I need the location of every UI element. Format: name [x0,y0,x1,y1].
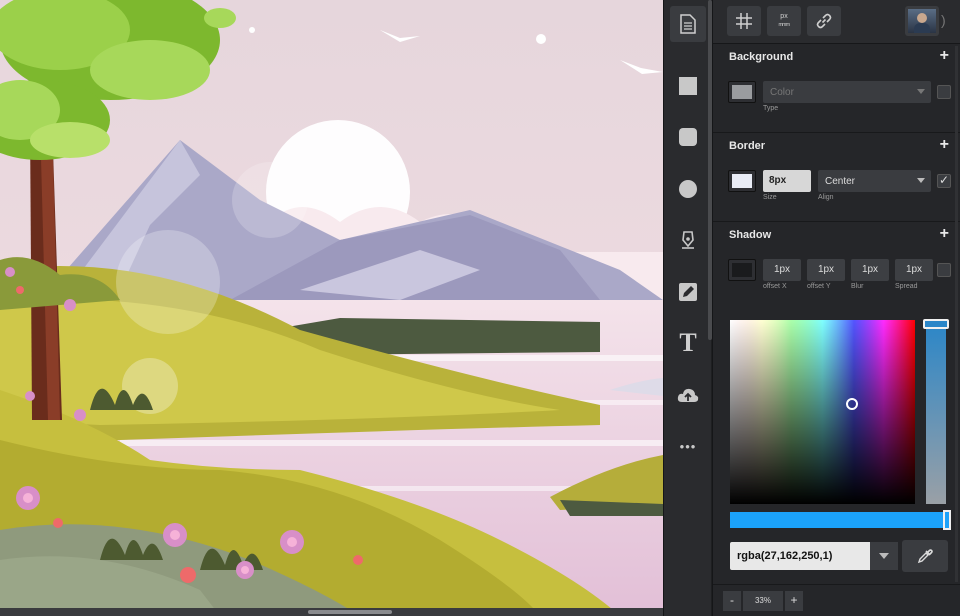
text-icon[interactable]: T [670,325,706,361]
chevron-down-icon [917,89,925,94]
background-section-header: Background + [713,44,960,70]
add-background-plus-icon[interactable]: + [940,47,949,65]
square-icon[interactable] [670,68,706,104]
units-ruler: mmm [778,22,791,28]
zoom-out-button[interactable]: - [723,591,741,611]
border-color-swatch[interactable] [728,170,756,192]
border-size-label: Size [763,194,777,201]
upload-cloud-icon[interactable] [670,377,706,413]
eyedropper-icon[interactable] [902,540,948,572]
landscape-artwork [0,0,663,616]
shadow-offset-x-label: offset X [763,283,787,290]
border-align-dropdown[interactable]: Center [818,170,931,192]
units-label: px [780,13,788,20]
pen-tool-icon[interactable] [670,222,706,258]
design-canvas[interactable] [0,0,663,616]
text-icon-glyph: T [679,328,697,357]
shadow-blur-label: Blur [851,283,864,290]
properties-panel: px mmm ) Background + Color Type Border +… [712,0,960,616]
alpha-slider-thumb[interactable] [943,510,951,530]
shadow-offset-y-label: offset Y [807,283,831,290]
tool-rail: T ••• [663,0,711,616]
shadow-color-swatch[interactable] [728,259,756,281]
rounded-square-icon[interactable] [670,119,706,155]
section-title: Background [729,51,794,63]
shadow-section-header: Shadow + [713,222,960,248]
canvas-horizontal-scrollbar[interactable] [0,608,663,616]
panel-scrollbar[interactable] [955,46,958,582]
shadow-blur-input[interactable]: 1px [851,259,889,281]
section-title: Shadow [729,229,772,241]
border-align-label: Align [818,194,834,201]
color-picker-cursor[interactable] [846,398,858,410]
color-saturation-value-area[interactable] [730,320,915,504]
add-shadow-plus-icon[interactable]: + [940,225,949,243]
shadow-spread-input[interactable]: 1px [895,259,933,281]
panel-toolbar: px mmm ) [713,0,960,44]
circle-icon[interactable] [670,171,706,207]
shadow-enabled-checkbox[interactable] [937,263,951,277]
shadow-offset-y-input[interactable]: 1px [807,259,845,281]
zoom-bar: - 33% + [713,584,960,616]
hue-slider[interactable] [926,320,946,504]
background-type-label: Type [763,105,779,112]
background-type-dropdown[interactable]: Color [763,81,931,103]
add-border-plus-icon[interactable]: + [940,136,949,154]
border-section-header: Border + [713,133,960,159]
zoom-level[interactable]: 33% [743,591,783,611]
more-icon-glyph: ••• [679,438,697,454]
shadow-offset-x-input[interactable]: 1px [763,259,801,281]
dropdown-value: Center [825,176,856,187]
link-icon[interactable] [807,6,841,36]
alpha-slider[interactable] [730,512,950,528]
pencil-icon[interactable] [670,274,706,310]
more-icon[interactable]: ••• [670,428,706,464]
section-title: Border [729,140,766,152]
hue-slider-thumb[interactable] [923,319,949,329]
border-enabled-checkbox[interactable] [937,173,951,188]
user-avatar[interactable] [905,6,939,36]
page-icon[interactable] [670,6,706,42]
shadow-spread-label: Spread [895,283,918,290]
chevron-down-icon [917,178,925,183]
dropdown-value: Color [770,87,794,98]
zoom-in-button[interactable]: + [785,591,803,611]
color-value-input[interactable]: rgba(27,162,250,1) [730,542,870,570]
avatar-image [908,9,936,33]
grid-icon[interactable] [727,6,761,36]
avatar-caret-icon[interactable]: ) [941,12,949,30]
color-format-dropdown[interactable] [870,542,898,570]
background-color-swatch[interactable] [728,81,756,103]
background-enabled-checkbox[interactable] [937,85,951,99]
border-size-input[interactable]: 8px [763,170,811,192]
scrollbar-thumb[interactable] [308,610,392,614]
units-button[interactable]: px mmm [767,6,801,36]
